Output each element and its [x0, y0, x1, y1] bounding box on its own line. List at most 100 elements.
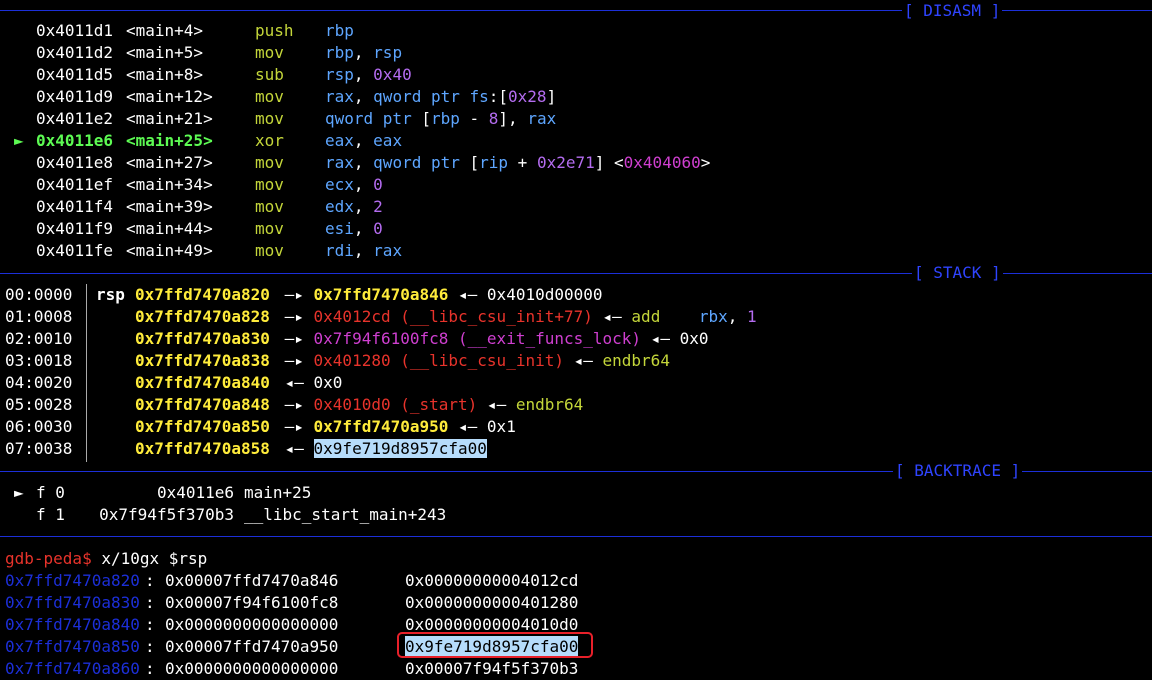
instruction-mnemonic: sub [255, 65, 284, 84]
stack-row[interactable]: 02:0010 0x7ffd7470a830 —▸ 0x7f94f6100fc8 … [0, 328, 1152, 350]
stack-section-label: [ STACK ] [912, 262, 1003, 284]
operand-part: 0x404060 [623, 153, 701, 172]
operand-part: , [353, 153, 374, 172]
instruction-operands: esi, 0 [325, 218, 383, 240]
disasm-row[interactable]: 0x4011ef <main+34> mov ecx, 0 [0, 174, 1152, 196]
memory-dump-row[interactable]: 0x7ffd7470a860:0x0000000000000000 0x00007… [0, 658, 1152, 680]
disasm-row[interactable]: 0x4011d9 <main+12> mov rax, qword ptr fs:[0… [0, 86, 1152, 108]
operand-part: rbp [325, 21, 354, 40]
command-line[interactable]: gdb-peda$ x/10gx $rsp [5, 548, 207, 570]
stack-offset: 06:0030 [5, 417, 73, 436]
stack-value-chain: —▸ 0x4012cd (__libc_csu_init+77) ◂— add … [275, 306, 757, 328]
stack-value-chain: —▸ 0x7f94f6100fc8 (__exit_funcs_lock) ◂—… [275, 328, 709, 350]
operand-part: ], [498, 109, 528, 128]
operand-part: qword ptr [325, 109, 422, 128]
instruction-mnemonic: mov [255, 197, 284, 216]
current-instruction-marker-icon: ► [14, 131, 24, 150]
operand-part: rbp [325, 43, 354, 62]
memory-address: 0x7ffd7470a850 [5, 637, 140, 656]
stack-value-part: ◂— 0x0 [641, 329, 709, 348]
frame-address: 0x4011e6 [156, 483, 234, 502]
operand-part: 0x28 [508, 87, 547, 106]
operand-part: , [353, 87, 374, 106]
instruction-operands: rax, qword ptr fs:[0x28] [325, 86, 556, 108]
instruction-address: 0x4011d9 [36, 87, 114, 106]
command-text[interactable]: x/10gx $rsp [101, 549, 207, 568]
disasm-row[interactable]: 0x4011e2 <main+21> mov qword ptr [rbp - 8],… [0, 108, 1152, 130]
instruction-operands: rsp, 0x40 [325, 64, 412, 86]
instruction-mnemonic: mov [255, 175, 284, 194]
disasm-row[interactable]: 0x4011d5 <main+8> sub rsp, 0x40 [0, 64, 1152, 86]
instruction-address: 0x4011d1 [36, 21, 114, 40]
stack-row[interactable]: 06:0030 0x7ffd7470a850 —▸ 0x7ffd7470a950 … [0, 416, 1152, 438]
stack-address: 0x7ffd7470a848 [135, 395, 270, 414]
operand-part: 0x40 [373, 65, 412, 84]
instruction-address: 0x4011ef [36, 175, 114, 194]
operand-part: 0 [373, 219, 383, 238]
memory-address: 0x7ffd7470a830 [5, 593, 140, 612]
instruction-symbol: <main+5> [126, 43, 204, 62]
stack-value-chain: ◂— 0x9fe719d8957cfa00 [275, 438, 487, 460]
stack-offset: 01:0008 [5, 307, 73, 326]
memory-value: 0x0000000000000000 [165, 659, 339, 678]
instruction-mnemonic: push [255, 21, 294, 40]
operand-part: , [353, 65, 374, 84]
disasm-row[interactable]: 0x4011d1 <main+4> push rbp [0, 20, 1152, 42]
stack-value-part [660, 307, 699, 326]
stack-row[interactable]: 04:0020 0x7ffd7470a840 ◂— 0x0 [0, 372, 1152, 394]
operand-part: eax [373, 131, 403, 150]
stack-address: 0x7ffd7470a820 [135, 285, 270, 304]
operand-part: rbp [430, 109, 460, 128]
instruction-symbol: <main+34> [126, 175, 213, 194]
memory-dump-row[interactable]: 0x7ffd7470a820:0x00007ffd7470a846 0x00000… [0, 570, 1152, 592]
stack-row[interactable]: 07:0038 0x7ffd7470a858 ◂— 0x9fe719d8957cf… [0, 438, 1152, 460]
operand-part: :[ [488, 87, 509, 106]
instruction-address: 0x4011f4 [36, 197, 114, 216]
instruction-mnemonic: xor [255, 131, 284, 150]
operand-part: , [353, 175, 374, 194]
stack-offset: 03:0018 [5, 351, 73, 370]
stack-value-part: 0x4010d0 (_start) [313, 395, 478, 414]
instruction-address: 0x4011d2 [36, 43, 114, 62]
operand-part: , [353, 241, 374, 260]
stack-value-part: 0x7ffd7470a950 [313, 417, 449, 436]
operand-part: fs [469, 87, 489, 106]
stack-row[interactable]: 03:0018 0x7ffd7470a838 —▸ 0x401280 (__lib… [0, 350, 1152, 372]
backtrace-frame[interactable]: f 1 0x7f94f5f370b3 __libc_start_main+243 [0, 504, 1152, 526]
stack-value-part: ◂— [563, 351, 603, 370]
operand-part: rax [325, 153, 354, 172]
operand-part: 0x2e71 [536, 153, 595, 172]
instruction-address: 0x4011fe [36, 241, 114, 260]
disasm-row[interactable]: 0x4011f9 <main+44> mov esi, 0 [0, 218, 1152, 240]
memory-value: 0x00000000004012cd [405, 571, 579, 590]
operand-part: qword ptr [373, 87, 470, 106]
stack-row[interactable]: 01:0008 0x7ffd7470a828 —▸ 0x4012cd (__lib… [0, 306, 1152, 328]
memory-value: 0x00007f94f6100fc8 [165, 593, 339, 612]
memory-dump-row[interactable]: 0x7ffd7470a830:0x00007f94f6100fc8 0x00000… [0, 592, 1152, 614]
memory-value: 0x00007f94f5f370b3 [405, 659, 579, 678]
backtrace-frame[interactable]: ► f 0 0x4011e6 main+25 [0, 482, 1152, 504]
stack-value-part: 0x4012cd (__libc_csu_init+77) [313, 307, 593, 326]
stack-row[interactable]: 00:0000 rsp 0x7ffd7470a820 —▸ 0x7ffd7470a8… [0, 284, 1152, 306]
disasm-row[interactable]: 0x4011f4 <main+39> mov edx, 2 [0, 196, 1152, 218]
operand-part: + [508, 153, 537, 172]
instruction-address: 0x4011f9 [36, 219, 114, 238]
stack-value-part: 0x7ffd7470a846 [313, 285, 449, 304]
stack-address: 0x7ffd7470a838 [135, 351, 270, 370]
disasm-row[interactable]: 0x4011e8 <main+27> mov rax, qword ptr [rip … [0, 152, 1152, 174]
stack-row[interactable]: 05:0028 0x7ffd7470a848 —▸ 0x4010d0 (_star… [0, 394, 1152, 416]
instruction-symbol: <main+39> [126, 197, 213, 216]
operand-part: rsp [373, 43, 403, 62]
prompt-label: gdb-peda$ [5, 549, 92, 568]
memory-address-colon: : [145, 571, 155, 590]
instruction-mnemonic: mov [255, 87, 284, 106]
stack-address: 0x7ffd7470a858 [135, 439, 270, 458]
instruction-operands: rdi, rax [325, 240, 402, 262]
disasm-row[interactable]: 0x4011d2 <main+5> mov rbp, rsp [0, 42, 1152, 64]
instruction-operands: rax, qword ptr [rip + 0x2e71] <0x404060> [325, 152, 710, 174]
stack-value-part: 1 [747, 307, 757, 326]
disasm-row[interactable]: ► 0x4011e6 <main+25> xor eax, eax [0, 130, 1152, 152]
disasm-row[interactable]: 0x4011fe <main+49> mov rdi, rax [0, 240, 1152, 262]
instruction-address: 0x4011d5 [36, 65, 114, 84]
instruction-symbol: <main+4> [126, 21, 204, 40]
